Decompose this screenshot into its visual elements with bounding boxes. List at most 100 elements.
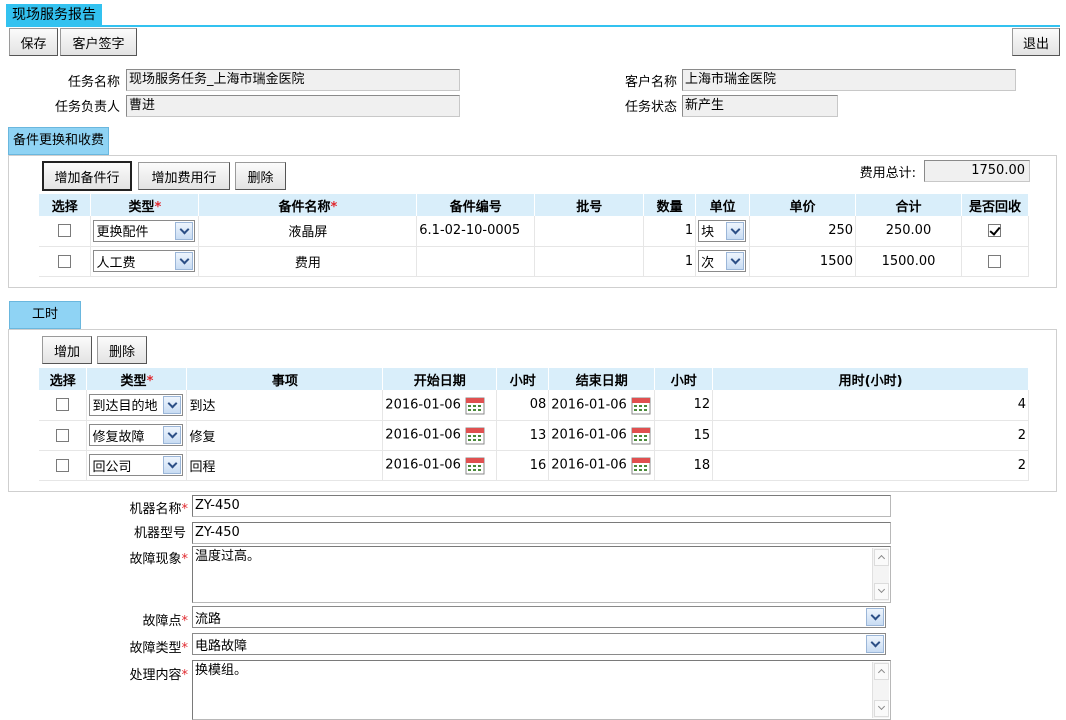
- machine-name-label: 机器名称*: [129, 502, 188, 517]
- title-divider: [6, 25, 1060, 27]
- tab-hours[interactable]: 工时: [9, 301, 81, 329]
- calendar-icon[interactable]: [631, 455, 651, 475]
- start-hour-cell[interactable]: 13: [496, 420, 550, 451]
- fault-type-select[interactable]: 电路故障: [192, 633, 886, 655]
- hours-header-row: 选择 类型* 事项 开始日期 小时 结束日期 小时 用时(小时): [39, 368, 1029, 390]
- part-code-cell[interactable]: 6.1-02-10-0005: [416, 216, 536, 247]
- table-row: 回公司 回程 2016-01-06 16 2016-01-06 18 2: [39, 450, 1029, 481]
- part-name-cell[interactable]: 费用: [198, 246, 418, 277]
- price-cell[interactable]: 1500: [749, 246, 857, 277]
- calendar-icon[interactable]: [631, 395, 651, 415]
- unit-select[interactable]: 块: [698, 219, 747, 242]
- recycle-checkbox[interactable]: [988, 254, 1002, 268]
- type-select[interactable]: 回公司: [89, 454, 184, 476]
- row-select-checkbox[interactable]: [56, 428, 70, 442]
- add-part-row-button[interactable]: 增加备件行: [42, 161, 132, 191]
- scroll-up-icon[interactable]: [874, 663, 889, 680]
- save-button[interactable]: 保存: [9, 28, 58, 56]
- sum-cell: 1500.00: [855, 246, 962, 277]
- total-field: 1750.00: [924, 160, 1030, 182]
- col-end-date: 结束日期: [548, 368, 656, 390]
- delete-hours-row-button[interactable]: 删除: [97, 336, 147, 364]
- customer-name-field: 上海市瑞金医院: [682, 69, 1016, 91]
- end-hour-cell[interactable]: 12: [654, 390, 714, 421]
- handling-textarea[interactable]: 换模组。: [192, 660, 891, 720]
- part-name-cell[interactable]: 液晶屏: [198, 216, 418, 247]
- col-type: 类型*: [86, 368, 188, 390]
- chevron-down-icon: [163, 426, 182, 444]
- col-select: 选择: [39, 368, 88, 390]
- type-select[interactable]: 修复故障: [89, 424, 184, 446]
- col-unit: 单位: [695, 194, 751, 216]
- type-select[interactable]: 人工费: [93, 250, 196, 272]
- fault-type-label: 故障类型*: [129, 641, 188, 656]
- type-select[interactable]: 到达目的地: [89, 393, 184, 416]
- task-name-label: 任务名称: [67, 75, 120, 90]
- recycle-checkbox[interactable]: [988, 224, 1002, 238]
- col-used-hours: 用时(小时): [712, 368, 1029, 390]
- col-sum: 合计: [855, 194, 962, 216]
- item-cell[interactable]: 修复: [186, 420, 384, 451]
- used-hours-cell: 4: [712, 390, 1029, 421]
- end-date[interactable]: 2016-01-06: [551, 458, 627, 473]
- item-cell[interactable]: 到达: [186, 390, 384, 421]
- col-type: 类型*: [90, 194, 200, 216]
- hours-table: 选择 类型* 事项 开始日期 小时 结束日期 小时 用时(小时) 到达目的地 到…: [39, 368, 1029, 481]
- price-cell[interactable]: 250: [749, 216, 857, 247]
- machine-model-input[interactable]: ZY-450: [192, 522, 891, 544]
- unit-select[interactable]: 次: [698, 250, 747, 272]
- col-select: 选择: [39, 194, 92, 216]
- delete-part-row-button[interactable]: 删除: [235, 162, 286, 190]
- scrollbar[interactable]: [872, 548, 889, 601]
- type-select[interactable]: 更换配件: [93, 219, 196, 242]
- add-fee-row-button[interactable]: 增加费用行: [138, 162, 230, 190]
- scroll-down-icon[interactable]: [874, 700, 889, 717]
- tab-parts[interactable]: 备件更换和收费: [8, 127, 109, 155]
- scroll-up-icon[interactable]: [874, 549, 889, 566]
- total-label: 费用总计:: [859, 166, 916, 181]
- used-hours-cell: 2: [712, 450, 1029, 481]
- scrollbar[interactable]: [872, 662, 889, 718]
- chevron-down-icon: [726, 252, 745, 270]
- chevron-down-icon: [163, 456, 182, 474]
- part-code-cell[interactable]: [416, 246, 536, 277]
- sum-cell: 250.00: [855, 216, 962, 247]
- exit-button[interactable]: 退出: [1012, 28, 1060, 56]
- col-part-code: 备件编号: [416, 194, 536, 216]
- calendar-icon[interactable]: [465, 425, 485, 445]
- col-batch: 批号: [534, 194, 645, 216]
- row-select-checkbox[interactable]: [56, 398, 70, 412]
- row-select-checkbox[interactable]: [56, 458, 70, 472]
- end-hour-cell[interactable]: 18: [654, 450, 714, 481]
- start-date[interactable]: 2016-01-06: [385, 397, 461, 412]
- end-date[interactable]: 2016-01-06: [551, 397, 627, 412]
- chevron-down-icon: [866, 635, 884, 653]
- fault-point-select[interactable]: 流路: [192, 606, 886, 628]
- batch-cell[interactable]: [534, 246, 645, 277]
- start-date[interactable]: 2016-01-06: [385, 428, 461, 443]
- customer-sign-button[interactable]: 客户签字: [60, 28, 137, 56]
- calendar-icon[interactable]: [631, 425, 651, 445]
- table-row: 修复故障 修复 2016-01-06 13 2016-01-06 15 2: [39, 420, 1029, 451]
- end-hour-cell[interactable]: 15: [654, 420, 714, 451]
- row-select-checkbox[interactable]: [58, 224, 72, 238]
- calendar-icon[interactable]: [465, 455, 485, 475]
- symptom-textarea[interactable]: 温度过高。: [192, 546, 891, 603]
- col-price: 单价: [749, 194, 857, 216]
- scroll-down-icon[interactable]: [874, 583, 889, 600]
- machine-name-input[interactable]: ZY-450: [192, 495, 891, 517]
- start-hour-cell[interactable]: 08: [496, 390, 550, 421]
- qty-cell[interactable]: 1: [643, 246, 697, 277]
- row-select-checkbox[interactable]: [58, 254, 72, 268]
- item-cell[interactable]: 回程: [186, 450, 384, 481]
- machine-model-label: 机器型号: [133, 526, 186, 541]
- chevron-down-icon: [866, 608, 884, 626]
- start-date[interactable]: 2016-01-06: [385, 458, 461, 473]
- start-hour-cell[interactable]: 16: [496, 450, 550, 481]
- end-date[interactable]: 2016-01-06: [551, 428, 627, 443]
- batch-cell[interactable]: [534, 216, 645, 247]
- add-hours-row-button[interactable]: 增加: [42, 336, 92, 364]
- calendar-icon[interactable]: [465, 395, 485, 415]
- qty-cell[interactable]: 1: [643, 216, 697, 247]
- task-name-field: 现场服务任务_上海市瑞金医院: [126, 69, 460, 91]
